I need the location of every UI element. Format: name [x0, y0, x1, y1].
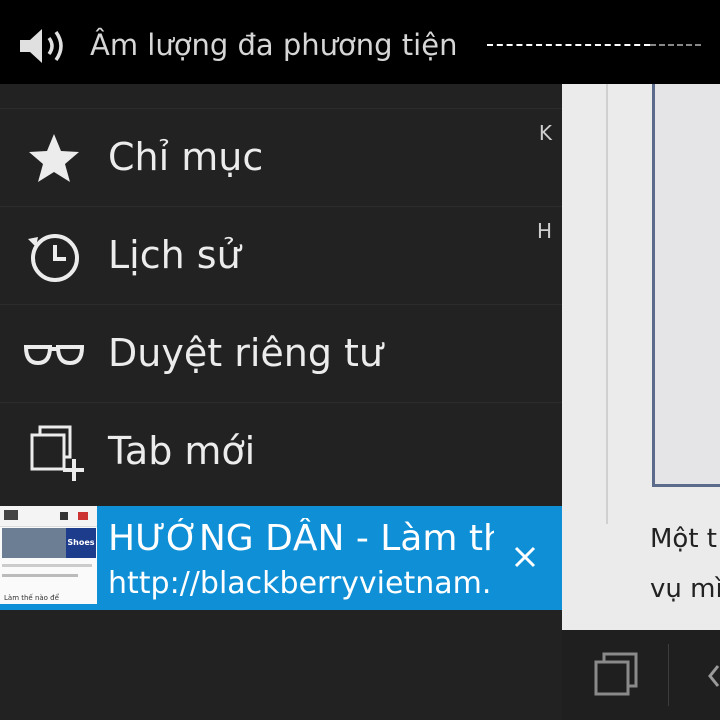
- menu-item-label: Lịch sử: [108, 233, 241, 277]
- menu-item-bookmarks[interactable]: Chỉ mục K: [0, 108, 562, 207]
- volume-label: Âm lượng đa phương tiện: [90, 28, 458, 62]
- shortcut-key: K: [538, 121, 552, 145]
- menu-item-label: Tab mới: [108, 429, 256, 473]
- thumbnail-caption: Làm thế nào để: [4, 594, 59, 602]
- menu-item-private-browsing[interactable]: Duyệt riêng tư: [0, 304, 562, 403]
- menu-item-label: Chỉ mục: [108, 135, 264, 179]
- volume-slider-remaining: [650, 44, 701, 46]
- tabs-icon[interactable]: [594, 652, 640, 698]
- menu-item-history[interactable]: Lịch sử H: [0, 206, 562, 305]
- star-icon: [29, 134, 79, 182]
- glasses-icon: [24, 345, 84, 366]
- menu-empty-area: [0, 610, 562, 720]
- tab-thumbnail: Shoes Làm thế nào để: [0, 506, 97, 604]
- close-tab-icon[interactable]: [502, 534, 548, 580]
- quote-rail: [606, 84, 608, 524]
- speaker-icon: [20, 29, 63, 63]
- paragraph-line: Một t: [650, 524, 717, 554]
- paragraph-line: vụ mì: [650, 574, 720, 604]
- volume-slider[interactable]: [487, 44, 650, 46]
- thumbnail-ad-text: Shoes: [66, 528, 96, 558]
- toolbar-divider: [668, 644, 669, 706]
- shortcut-key: H: [536, 219, 552, 243]
- back-icon[interactable]: [706, 664, 720, 688]
- menu-item-new-tab[interactable]: Tab mới: [0, 402, 562, 501]
- quote-block: [652, 84, 720, 487]
- history-icon: [28, 234, 79, 282]
- browser-toolbar: [562, 630, 720, 720]
- tab-url: http://blackberryvietnam.net: [108, 566, 490, 601]
- new-tab-icon: [30, 425, 84, 481]
- tab-title: HƯỚNG DẪN - Làm thế nào để: [108, 518, 494, 559]
- web-page-content[interactable]: N: [562, 0, 720, 720]
- menu-item-label: Duyệt riêng tư: [108, 331, 384, 375]
